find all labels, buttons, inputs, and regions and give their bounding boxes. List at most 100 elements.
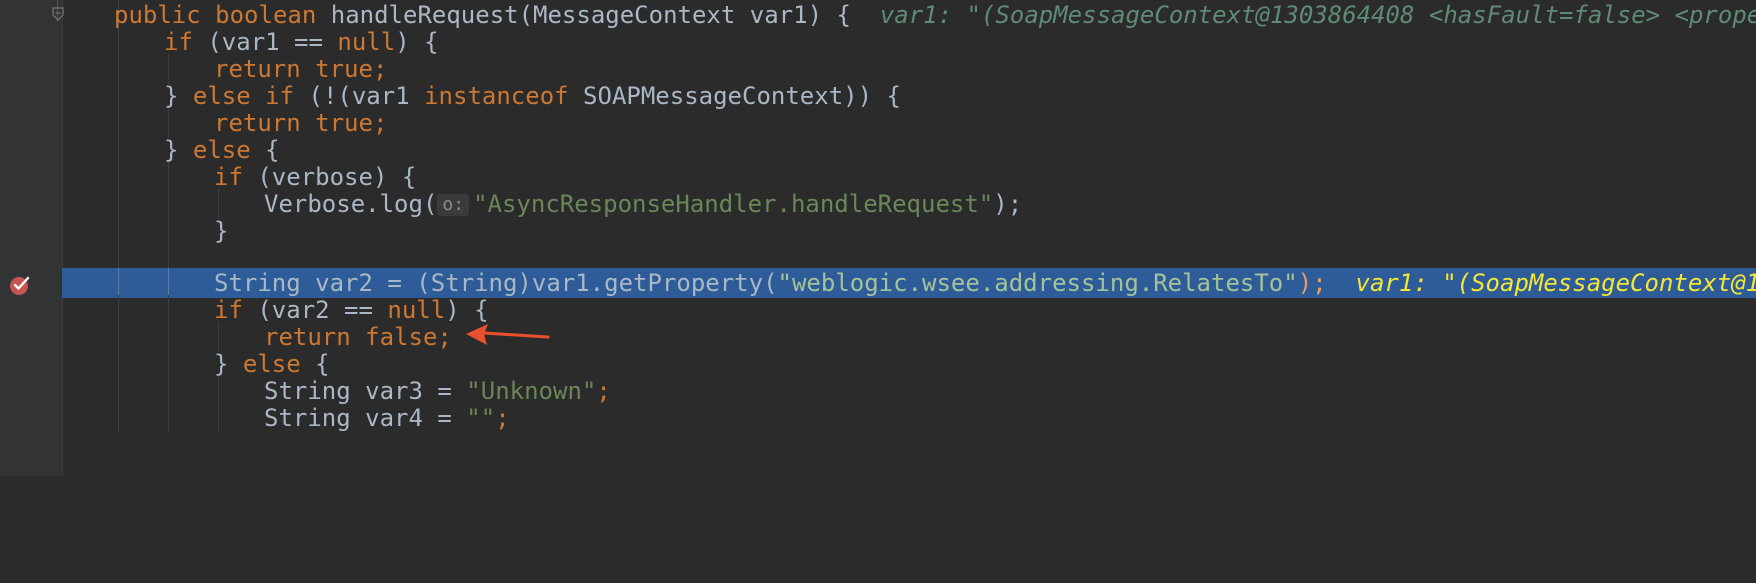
code-fragment: ; <box>596 377 611 405</box>
indent-guide <box>118 403 119 433</box>
indent-guide <box>218 322 219 352</box>
code-fragment: { <box>250 136 280 164</box>
indent-guide <box>168 54 169 84</box>
indent-guide <box>118 322 119 352</box>
indent-guide <box>118 376 119 406</box>
code-text: } else if (!(var1 instanceof SOAPMessage… <box>164 81 901 111</box>
string-literal: "Unknown" <box>466 377 597 405</box>
keyword: else if <box>192 82 295 110</box>
red-arrow-icon <box>466 324 550 345</box>
code-fragment: (var1 == <box>192 28 338 56</box>
code-line[interactable]: } <box>0 216 1756 246</box>
indent-guide <box>118 216 119 246</box>
code-text: String var2 = (String)var1.getProperty("… <box>214 268 1756 298</box>
code-fragment: ) { <box>395 28 439 56</box>
code-text: if (var2 == null) { <box>214 295 489 325</box>
indent-guide <box>168 189 169 219</box>
code-line[interactable]: } else { <box>0 135 1756 165</box>
code-fragment: ; <box>495 404 510 432</box>
code-fragment: } <box>164 82 193 110</box>
inline-debug-value: var1: "(SoapMessageContext@1303864408 <h… <box>879 1 1756 29</box>
code-line[interactable]: if (var2 == null) { <box>0 295 1756 325</box>
indent-guide <box>118 108 119 138</box>
code-text: if (var1 == null) { <box>164 27 439 57</box>
code-line[interactable]: String var3 = "Unknown"; <box>0 376 1756 406</box>
code-line[interactable]: Verbose.log(o: "AsyncResponseHandler.hand… <box>0 189 1756 219</box>
code-text: return false; <box>264 322 452 352</box>
keyword: else <box>242 350 301 378</box>
indent-guide <box>168 403 169 433</box>
code-line[interactable]: } else { <box>0 349 1756 379</box>
string-literal: "weblogic.wsee.addressing.RelatesTo" <box>777 269 1298 297</box>
code-text: Verbose.log(o: "AsyncResponseHandler.hand… <box>264 189 1022 219</box>
indent-guide <box>168 295 169 325</box>
code-line-current-execution[interactable]: String var2 = (String)var1.getProperty("… <box>0 268 1756 298</box>
keyword: if <box>214 296 243 324</box>
indent-guide <box>168 322 169 352</box>
code-line[interactable]: } else if (!(var1 instanceof SOAPMessage… <box>0 81 1756 111</box>
code-fragment: (verbose) { <box>242 163 417 191</box>
code-fragment: String var2 = (String)var1.getProperty( <box>214 269 778 297</box>
code-fragment: ) { <box>445 296 489 324</box>
code-text: String var4 = ""; <box>264 403 510 433</box>
indent-guide <box>118 189 119 219</box>
indent-guide <box>218 376 219 406</box>
code-fragment: ); <box>1297 269 1327 297</box>
code-text: String var3 = "Unknown"; <box>264 376 611 406</box>
code-fragment: String var3 = <box>264 377 467 405</box>
code-text: } <box>214 216 228 246</box>
code-editor[interactable]: public boolean handleRequest(MessageCont… <box>0 0 1756 476</box>
code-fragment: { <box>300 350 330 378</box>
indent-guide <box>118 295 119 325</box>
code-fragment: } <box>164 136 193 164</box>
code-fragment: ); <box>993 190 1023 218</box>
indent-guide <box>118 27 119 57</box>
code-fragment: (var2 == <box>242 296 388 324</box>
code-fragment: } <box>214 217 229 245</box>
keyword: instanceof <box>424 82 569 110</box>
keyword: public boolean <box>114 1 317 29</box>
code-text: public boolean handleRequest(MessageCont… <box>114 0 1756 30</box>
indent-guide <box>118 135 119 165</box>
code-text: return true; <box>214 108 387 138</box>
code-text: if (verbose) { <box>214 162 416 192</box>
inline-debug-value: var1: "(SoapMessageContext@130 <box>1355 269 1756 297</box>
parameter-hint: o: <box>437 194 470 216</box>
keyword: return true; <box>214 109 388 137</box>
keyword: null <box>387 296 446 324</box>
code-fragment: Verbose.log( <box>264 190 438 218</box>
indent-guide <box>118 54 119 84</box>
string-literal: "AsyncResponseHandler.handleRequest" <box>473 190 994 218</box>
code-line[interactable]: return true; <box>0 108 1756 138</box>
code-fragment: SOAPMessageContext)) { <box>568 82 901 110</box>
code-line[interactable]: if (var1 == null) { <box>0 27 1756 57</box>
code-line[interactable]: return true; <box>0 54 1756 84</box>
keyword: else <box>192 136 251 164</box>
code-line-method-signature[interactable]: public boolean handleRequest(MessageCont… <box>0 0 1756 30</box>
indent-guide <box>168 108 169 138</box>
indent-guide <box>168 376 169 406</box>
keyword: if <box>164 28 193 56</box>
code-text: return true; <box>214 54 387 84</box>
indent-guide <box>118 349 119 379</box>
code-fragment: String var4 = <box>264 404 467 432</box>
code-text: } else { <box>164 135 280 165</box>
indent-guide <box>118 268 119 298</box>
code-fragment: handleRequest(MessageContext var1) { <box>316 1 851 29</box>
indent-guide <box>168 268 169 298</box>
indent-guide <box>118 162 119 192</box>
keyword: return true; <box>214 55 388 83</box>
indent-guide <box>218 189 219 219</box>
code-fragment: } <box>214 350 243 378</box>
breakpoint-check-icon[interactable] <box>9 274 31 296</box>
indent-guide <box>168 349 169 379</box>
code-line[interactable]: return false; <box>0 322 1756 352</box>
code-line[interactable]: if (verbose) { <box>0 162 1756 192</box>
keyword: if <box>214 163 243 191</box>
code-text: } else { <box>214 349 330 379</box>
indent-guide <box>118 81 119 111</box>
keyword: null <box>337 28 396 56</box>
indent-guide <box>218 403 219 433</box>
indent-guide <box>168 216 169 246</box>
code-line[interactable]: String var4 = ""; <box>0 403 1756 433</box>
